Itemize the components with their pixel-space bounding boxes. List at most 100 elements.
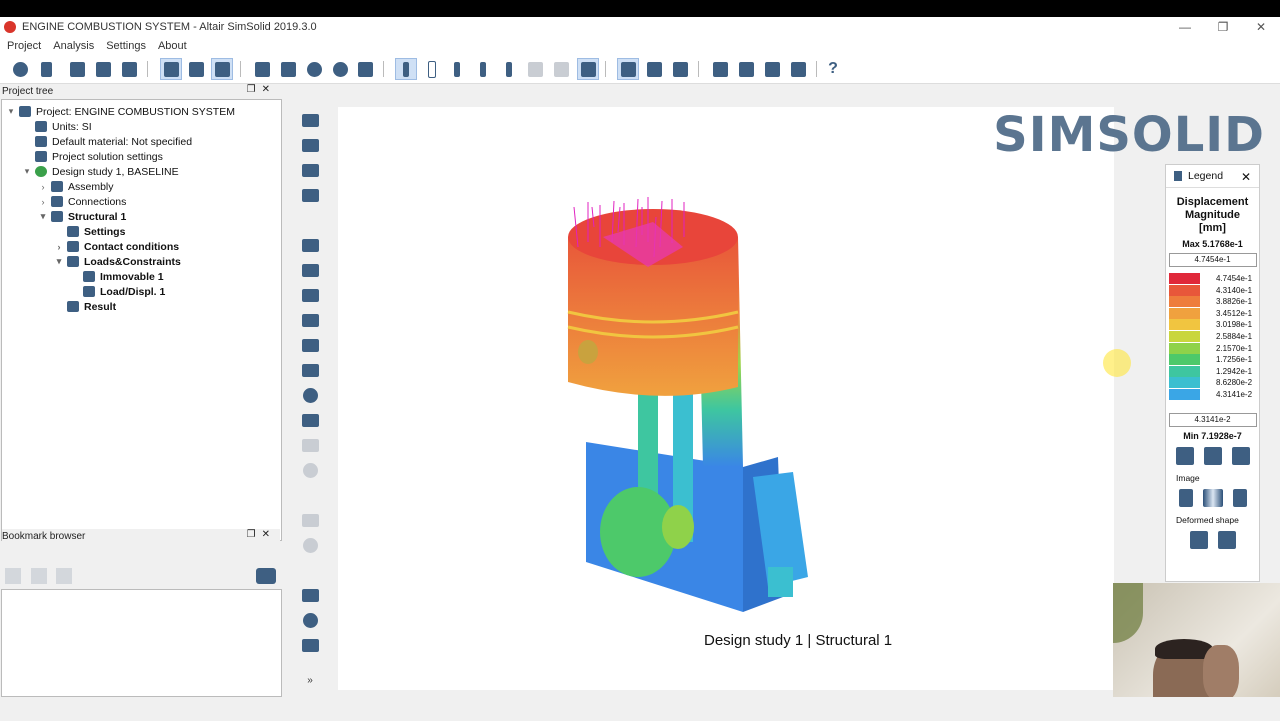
camera-icon[interactable] xyxy=(256,568,276,584)
tree-expand-icon[interactable]: ▾ xyxy=(54,256,64,267)
menu-project[interactable]: Project xyxy=(7,40,41,52)
deform-scale-icon[interactable] xyxy=(1189,531,1208,549)
ruler-icon[interactable] xyxy=(1175,447,1194,465)
mesh-view-icon[interactable] xyxy=(446,58,468,80)
select-parts-icon[interactable] xyxy=(643,58,665,80)
smooth-image-icon[interactable] xyxy=(1202,489,1223,507)
pointer-icon[interactable] xyxy=(617,58,639,80)
legend-quantity-line-1: Displacement xyxy=(1176,196,1249,208)
assembly-icon xyxy=(51,181,63,192)
close-button[interactable]: ✕ xyxy=(1242,17,1280,37)
tree-expand-icon[interactable]: ▾ xyxy=(6,106,16,117)
connections-tool-icon[interactable] xyxy=(709,58,731,80)
legend-quantity-line-2: Magnitude xyxy=(1185,209,1240,221)
bookmark-view-icon[interactable] xyxy=(211,58,233,80)
weld-icon[interactable] xyxy=(300,187,320,203)
tree-item[interactable]: Default material: Not specified xyxy=(22,134,192,149)
image-mode-row xyxy=(1166,489,1259,507)
save-icon[interactable] xyxy=(118,58,140,80)
minimize-button[interactable]: — xyxy=(1166,17,1204,37)
tree-expand-icon[interactable]: › xyxy=(38,197,48,207)
legend-swatch xyxy=(1169,389,1200,400)
tree-item[interactable]: Project solution settings xyxy=(22,149,163,164)
tree-item[interactable]: Settings xyxy=(54,224,125,239)
tree-item[interactable]: ▾ Design study 1, BASELINE xyxy=(22,164,179,179)
tree-item[interactable]: ▾ Structural 1 xyxy=(38,209,127,224)
displacement-icon[interactable] xyxy=(300,337,320,353)
tree-item[interactable]: Load/Displ. 1 xyxy=(70,284,165,299)
list-view-icon[interactable] xyxy=(185,58,207,80)
legend-top-value-field[interactable]: 4.7454e-1 xyxy=(1168,253,1257,267)
probe-icon[interactable] xyxy=(300,612,320,628)
constraint-icon[interactable] xyxy=(300,237,320,253)
plot-settings-icon[interactable] xyxy=(1231,447,1250,465)
solution-settings-icon[interactable] xyxy=(300,412,320,428)
thermal-load-icon[interactable] xyxy=(300,362,320,378)
tree-item-label: Immovable 1 xyxy=(100,270,164,283)
graph-icon[interactable] xyxy=(300,637,320,653)
outline-view-icon[interactable] xyxy=(421,58,443,80)
contour-image-icon[interactable] xyxy=(1232,489,1247,507)
tree-item[interactable]: › Connections xyxy=(38,194,127,209)
bonded-icon[interactable] xyxy=(300,137,320,153)
bookmark-list[interactable] xyxy=(1,589,282,697)
animate-icon[interactable] xyxy=(1217,531,1236,549)
legend-scale-label: 4.7454e-1 xyxy=(1216,274,1253,283)
tree-view-icon[interactable] xyxy=(160,58,182,80)
model-viewport[interactable]: SIMSOLID Design study 1 | Structural 1 xyxy=(338,107,1264,690)
tree-expand-icon[interactable]: › xyxy=(54,242,64,252)
cloud-icon[interactable] xyxy=(9,58,31,80)
expand-more-icon[interactable]: » xyxy=(300,674,320,686)
help-icon[interactable]: ? xyxy=(822,58,844,80)
settings-icon xyxy=(35,151,47,162)
new-project-icon[interactable] xyxy=(35,58,57,80)
bolt-icon[interactable] xyxy=(300,162,320,178)
menu-about[interactable]: About xyxy=(158,40,187,52)
legend-close-button[interactable]: ✕ xyxy=(1241,170,1251,184)
open-folder-icon[interactable] xyxy=(66,58,88,80)
tree-item[interactable]: ▾ Project: ENGINE COMBUSTION SYSTEM xyxy=(6,104,235,119)
tree-item[interactable]: › Assembly xyxy=(38,179,114,194)
banded-image-icon[interactable] xyxy=(1178,489,1193,507)
hide-icon[interactable] xyxy=(329,58,351,80)
measure-icon[interactable] xyxy=(669,58,691,80)
remote-load-icon[interactable] xyxy=(300,312,320,328)
transparent-view-icon[interactable] xyxy=(472,58,494,80)
tree-item[interactable]: Result xyxy=(54,299,116,314)
project-tree-title: Project tree xyxy=(2,85,54,97)
tree-expand-icon[interactable]: ▾ xyxy=(22,166,32,177)
tree-item[interactable]: › Contact conditions xyxy=(54,239,180,254)
analysis-tool-icon[interactable] xyxy=(735,58,757,80)
result-icon xyxy=(67,301,79,312)
bookmark-float-close-icon[interactable]: ❐✕ xyxy=(247,529,276,540)
clip-view-icon[interactable] xyxy=(498,58,520,80)
connections-icon[interactable] xyxy=(300,112,320,128)
open-recent-icon[interactable] xyxy=(92,58,114,80)
results-tool-icon[interactable] xyxy=(787,58,809,80)
legend-bottom-value-field[interactable]: 4.3141e-2 xyxy=(1168,413,1257,427)
tree-item[interactable]: Units: SI xyxy=(22,119,92,134)
explode-icon[interactable] xyxy=(277,58,299,80)
section-icon[interactable] xyxy=(354,58,376,80)
solve-icon[interactable] xyxy=(761,58,783,80)
force-icon[interactable] xyxy=(300,262,320,278)
loads-display-icon[interactable] xyxy=(577,58,599,80)
tree-expand-icon[interactable]: › xyxy=(38,182,48,192)
restore-button[interactable]: ❐ xyxy=(1204,17,1242,37)
menu-settings[interactable]: Settings xyxy=(106,40,146,52)
tree-item[interactable]: Immovable 1 xyxy=(70,269,164,284)
pressure-icon[interactable] xyxy=(300,287,320,303)
panel-float-close-icon[interactable]: ❐✕ xyxy=(247,84,276,95)
show-icon[interactable] xyxy=(303,58,325,80)
tree-item[interactable]: ▾ Loads&Constraints xyxy=(54,254,181,269)
menu-analysis[interactable]: Analysis xyxy=(53,40,94,52)
fit-view-icon[interactable] xyxy=(251,58,273,80)
load-icon xyxy=(83,286,95,297)
app-window: ENGINE COMBUSTION SYSTEM - Altair SimSol… xyxy=(0,17,1280,721)
lock-icon[interactable] xyxy=(1203,447,1222,465)
tree-item-label: Structural 1 xyxy=(68,210,127,223)
result-plot-icon[interactable] xyxy=(300,587,320,603)
gravity-icon[interactable] xyxy=(300,387,320,403)
solid-view-icon[interactable] xyxy=(395,58,417,80)
tree-expand-icon[interactable]: ▾ xyxy=(38,211,48,222)
